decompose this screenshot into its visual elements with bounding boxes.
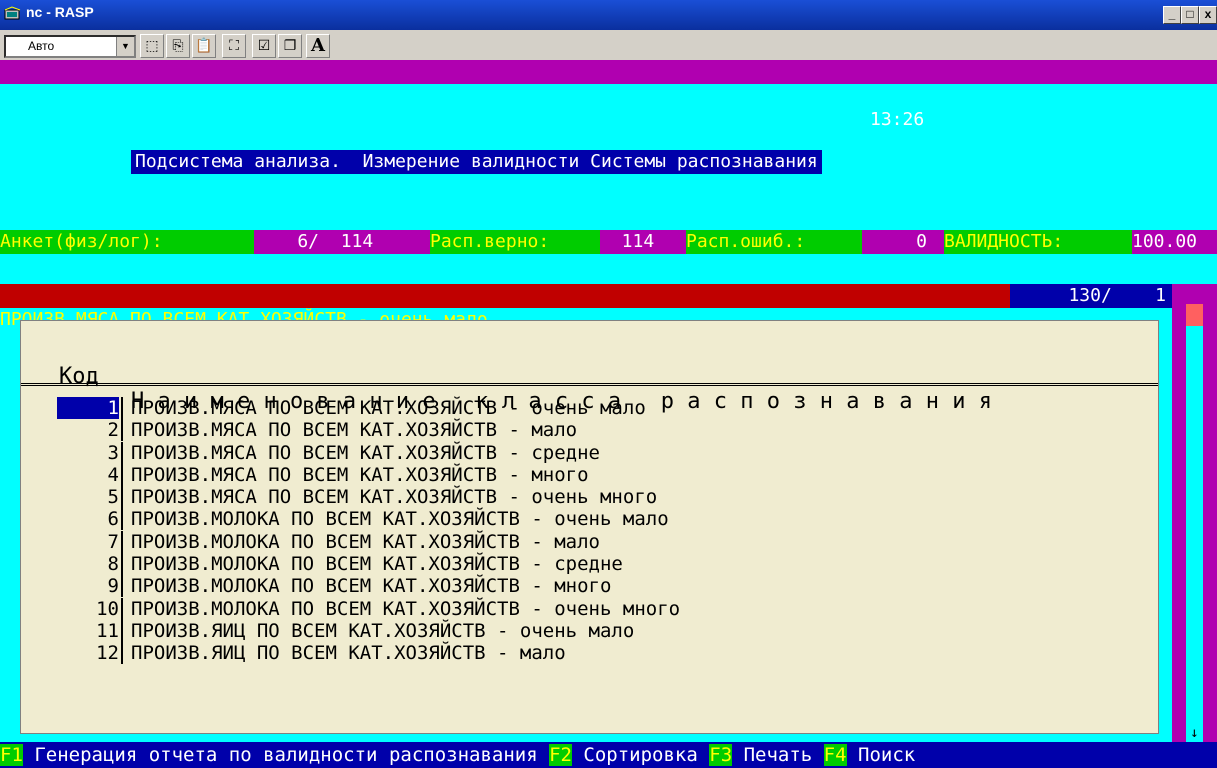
class-code: 11 — [96, 619, 119, 642]
classes-list[interactable]: 1 ПРОИЗВ.МЯСА ПО ВСЕМ КАТ.ХОЗЯЙСТВ - очен… — [21, 397, 1158, 665]
fkey-label-4[interactable]: Поиск — [847, 744, 915, 766]
class-name: ПРОИЗВ.ЯИЦ ПО ВСЕМ КАТ.ХОЗЯЙСТВ - очень … — [131, 619, 635, 642]
column-separator — [121, 575, 123, 598]
class-name: ПРОИЗВ.МОЛОКА ПО ВСЕМ КАТ.ХОЗЯЙСТВ - оче… — [131, 597, 681, 620]
class-code: 5 — [107, 486, 119, 509]
list-item[interactable]: 10 ПРОИЗВ.МОЛОКА ПО ВСЕМ КАТ.ХОЗЯЙСТВ - о… — [21, 597, 1158, 620]
list-item[interactable]: 11 ПРОИЗВ.ЯИЦ ПО ВСЕМ КАТ.ХОЗЯЙСТВ - очен… — [21, 619, 1158, 642]
mark-icon[interactable]: ⬚ — [140, 34, 164, 58]
column-separator — [121, 463, 123, 486]
class-code: 2 — [107, 419, 119, 442]
class-name: ПРОИЗВ.МЯСА ПО ВСЕМ КАТ.ХОЗЯЙСТВ - очень… — [131, 486, 658, 509]
class-name: ПРОИЗВ.ЯИЦ ПО ВСЕМ КАТ.ХОЗЯЙСТВ - мало — [131, 642, 566, 665]
class-code: 1 — [57, 397, 119, 419]
class-name: ПРОИЗВ.МЯСА ПО ВСЕМ КАТ.ХОЗЯЙСТВ - очень… — [131, 397, 646, 419]
fkey-label-1[interactable]: Генерация отчета по валидности распознав… — [23, 744, 549, 766]
paste-icon[interactable]: 📋 — [192, 34, 216, 58]
close-button[interactable]: x — [1199, 6, 1217, 24]
font-size-combo[interactable]: Авто ▼ — [4, 35, 136, 58]
classes-panel: Код Н а и м е н о в а н и е к л а с с а … — [20, 320, 1159, 734]
validity-value: 100.00 — [1132, 230, 1217, 254]
correct-value: 114 — [600, 230, 676, 254]
fullscreen-icon[interactable]: ⛶ — [222, 34, 246, 58]
column-separator — [121, 508, 123, 531]
class-name: ПРОИЗВ.МЯСА ПО ВСЕМ КАТ.ХОЗЯЙСТВ - средн… — [131, 441, 600, 464]
class-code: 8 — [107, 553, 119, 576]
class-name: ПРОИЗВ.МОЛОКА ПО ВСЕМ КАТ.ХОЗЯЙСТВ - мно… — [131, 575, 612, 598]
title-bar[interactable]: nc - RASP _ □ x — [0, 0, 1217, 30]
class-code: 6 — [107, 508, 119, 531]
class-name: ПРОИЗВ.МОЛОКА ПО ВСЕМ КАТ.ХОЗЯЙСТВ - мал… — [131, 530, 600, 553]
fkey-3[interactable]: F3 — [709, 744, 733, 766]
class-code: 7 — [107, 530, 119, 553]
class-name: ПРОИЗВ.МЯСА ПО ВСЕМ КАТ.ХОЗЯЙСТВ - мало — [131, 419, 578, 442]
scroll-down-icon[interactable]: ↓ — [1186, 724, 1203, 742]
toolbar: Авто ▼ ⬚ ⎘ 📋 ⛶ ☑ ❐ A — [0, 30, 1217, 61]
window-title: nc - RASP — [26, 4, 94, 20]
validity-label: ВАЛИДНОСТЬ: — [944, 230, 1132, 254]
system-title: Универсальная когнитивная аналитическая … — [10, 85, 531, 106]
column-separator — [121, 397, 123, 419]
minimize-button[interactable]: _ — [1163, 6, 1181, 24]
column-separator — [121, 642, 123, 665]
class-code: 12 — [96, 642, 119, 665]
function-key-bar: F1 Генерация отчета по валидности распоз… — [0, 742, 1217, 768]
clock: 13:26 — [870, 109, 925, 130]
record-counter: 130/ 1 — [1010, 284, 1172, 308]
copyright: (c) НПП *ЭЙДОС* — [960, 133, 1123, 154]
properties-icon[interactable]: ☑ — [252, 34, 276, 58]
column-separator — [121, 441, 123, 464]
class-name: ПРОИЗВ.МОЛОКА ПО ВСЕМ КАТ.ХОЗЯЙСТВ - оче… — [131, 508, 669, 531]
list-item[interactable]: 6 ПРОИЗВ.МОЛОКА ПО ВСЕМ КАТ.ХОЗЯЙСТВ - оч… — [21, 508, 1158, 531]
fkey-label-3[interactable]: Печать — [732, 744, 824, 766]
app-icon — [4, 6, 21, 20]
background-icon[interactable]: ❐ — [278, 34, 302, 58]
list-item[interactable]: 2 ПРОИЗВ.МЯСА ПО ВСЕМ КАТ.ХОЗЯЙСТВ - мало — [21, 419, 1158, 442]
chevron-down-icon[interactable]: ▼ — [116, 37, 134, 56]
column-separator — [121, 530, 123, 553]
fkey-1[interactable]: F1 — [0, 744, 23, 766]
stats-line: Анкет(физ/лог): 6/ 114 Расп.верно: 114 Р… — [0, 230, 1217, 254]
list-item[interactable]: 5 ПРОИЗВ.МЯСА ПО ВСЕМ КАТ.ХОЗЯЙСТВ - очен… — [21, 486, 1158, 509]
font-button[interactable]: A — [306, 34, 330, 58]
class-name: ПРОИЗВ.МЯСА ПО ВСЕМ КАТ.ХОЗЯЙСТВ - много — [131, 463, 589, 486]
maximize-button[interactable]: □ — [1181, 6, 1199, 24]
selected-class-bar: ПРОИЗВ.МЯСА ПО ВСЕМ КАТ.ХОЗЯЙСТВ - очень… — [0, 284, 1172, 330]
list-item[interactable]: 4 ПРОИЗВ.МЯСА ПО ВСЕМ КАТ.ХОЗЯЙСТВ - мног… — [21, 463, 1158, 486]
list-item[interactable]: 1 ПРОИЗВ.МЯСА ПО ВСЕМ КАТ.ХОЗЯЙСТВ - очен… — [21, 397, 1158, 419]
list-item[interactable]: 7 ПРОИЗВ.МОЛОКА ПО ВСЕМ КАТ.ХОЗЯЙСТВ - ма… — [21, 530, 1158, 553]
font-size-value: Авто — [28, 39, 55, 53]
copy-icon[interactable]: ⎘ — [166, 34, 190, 58]
correct-label: Расп.верно: — [430, 230, 600, 254]
header-line: Универсальная когнитивная аналитическая … — [0, 60, 1217, 154]
class-name: ПРОИЗВ.МОЛОКА ПО ВСЕМ КАТ.ХОЗЯЙСТВ - сре… — [131, 553, 623, 576]
column-separator — [121, 419, 123, 442]
column-separator — [121, 486, 123, 509]
header-divider — [21, 383, 1158, 386]
class-code: 10 — [96, 597, 119, 620]
class-code: 4 — [107, 463, 119, 486]
errors-label: Расп.ошиб.: — [686, 230, 862, 254]
class-code: 3 — [107, 441, 119, 464]
list-item[interactable]: 8 ПРОИЗВ.МОЛОКА ПО ВСЕМ КАТ.ХОЗЯЙСТВ - ср… — [21, 553, 1158, 576]
fkey-2[interactable]: F2 — [549, 744, 572, 766]
column-separator — [121, 597, 123, 620]
scrollbar[interactable]: ↓ — [1186, 304, 1203, 742]
column-separator — [121, 619, 123, 642]
column-separator — [121, 553, 123, 576]
fkey-label-2[interactable]: Сортировка — [572, 744, 709, 766]
column-header: Код Н а и м е н о в а н и е к л а с с а … — [21, 339, 1158, 414]
ankets-label: Анкет(физ/лог): — [0, 230, 254, 254]
list-item[interactable]: 9 ПРОИЗВ.МОЛОКА ПО ВСЕМ КАТ.ХОЗЯЙСТВ - мн… — [21, 575, 1158, 598]
list-item[interactable]: 12 ПРОИЗВ.ЯИЦ ПО ВСЕМ КАТ.ХОЗЯЙСТВ - мало — [21, 642, 1158, 665]
fkey-4[interactable]: F4 — [823, 744, 847, 766]
list-item[interactable]: 3 ПРОИЗВ.МЯСА ПО ВСЕМ КАТ.ХОЗЯЙСТВ - сред… — [21, 441, 1158, 464]
errors-value: 0 — [862, 230, 944, 254]
class-code: 9 — [107, 575, 119, 598]
ankets-value: 6/ 114 — [254, 230, 430, 254]
subsystem-title: Подсистема анализа. Измерение валидности… — [131, 150, 822, 174]
scroll-thumb[interactable] — [1186, 304, 1203, 326]
